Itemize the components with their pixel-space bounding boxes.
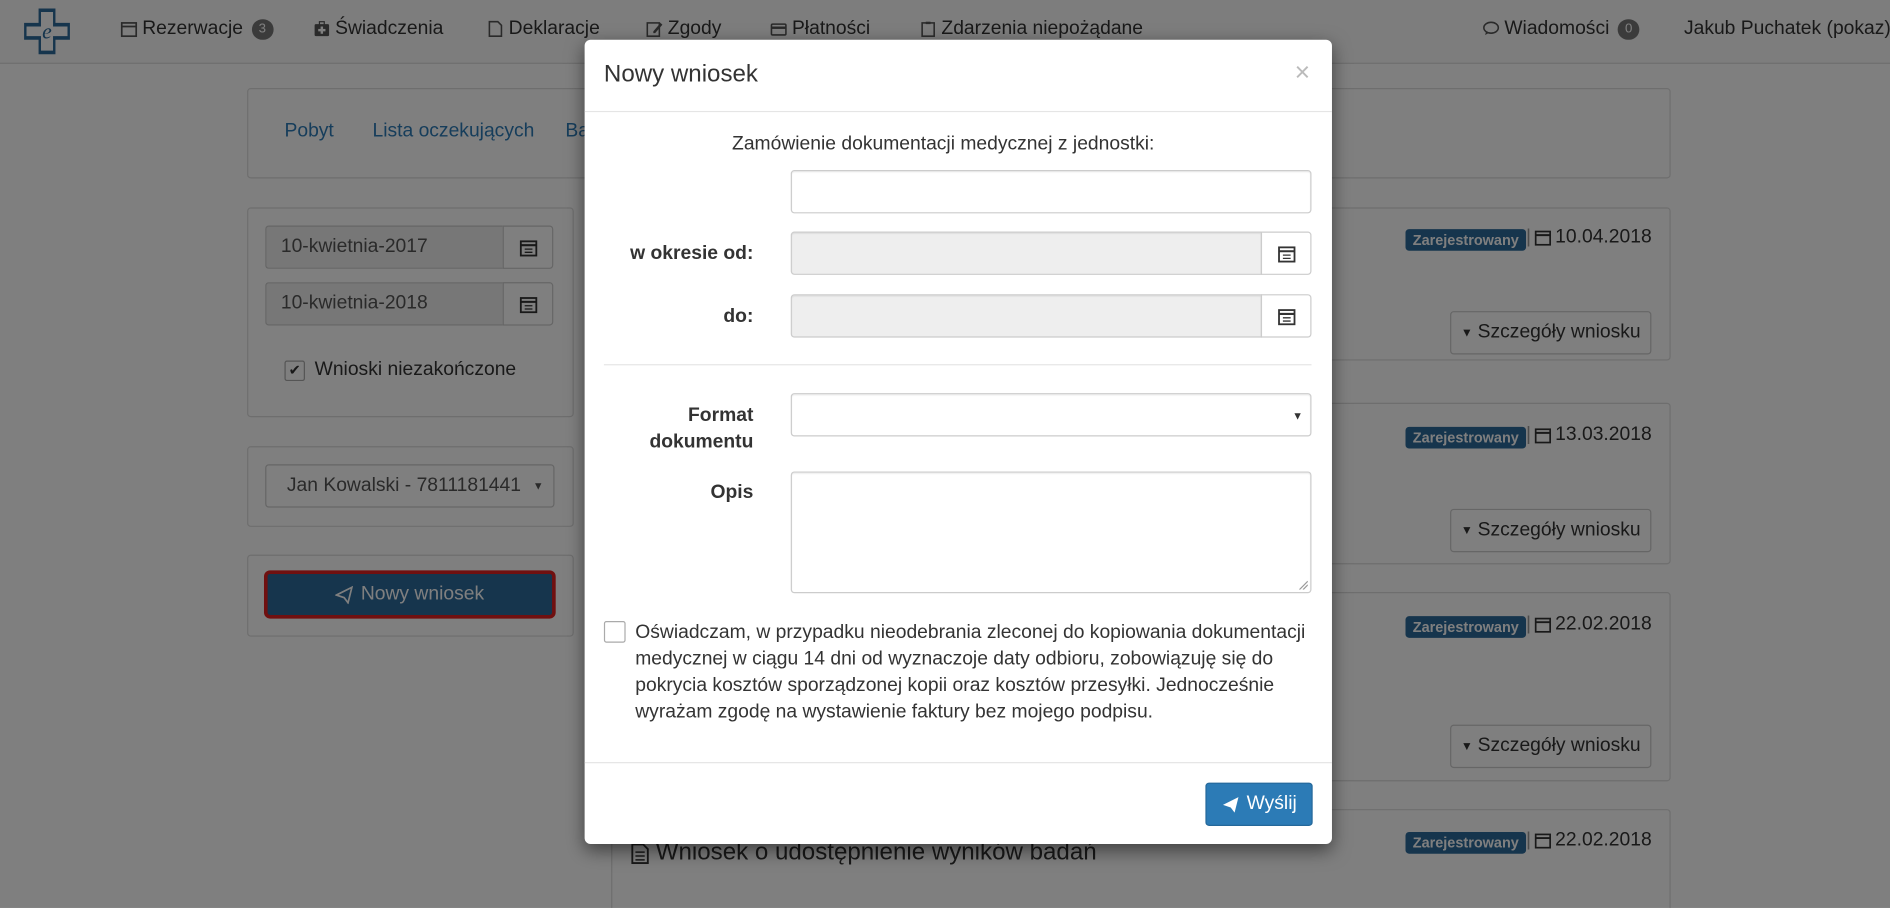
resize-handle-icon[interactable]	[1298, 580, 1308, 590]
format-label: Format dokumentu	[604, 403, 753, 456]
calendar-icon[interactable]	[1260, 294, 1312, 338]
unit-input[interactable]	[790, 170, 1312, 214]
period-to-label: do:	[723, 306, 754, 327]
declaration-text: Oświadczam, w przypadku nieodebrania zle…	[635, 622, 1306, 723]
format-select[interactable]: ▼	[790, 393, 1312, 437]
submit-button[interactable]: Wyślij	[1205, 782, 1313, 826]
format-label-line: dokumentu	[649, 431, 754, 453]
description-textarea[interactable]	[790, 471, 1312, 594]
period-to-input[interactable]	[790, 294, 1263, 338]
calendar-icon[interactable]	[1260, 231, 1312, 275]
modal-title: Nowy wniosek	[603, 60, 758, 88]
new-request-modal: Nowy wniosek × Zamówienie dokumentacji m…	[584, 39, 1332, 845]
format-label-line: Format	[688, 405, 754, 426]
unit-intro-label: Zamówienie dokumentacji medycznej z jedn…	[732, 133, 1155, 155]
description-label: Opis	[710, 482, 754, 503]
period-from-label: w okresie od:	[630, 243, 754, 265]
modal-footer-divider	[584, 762, 1332, 764]
modal-header-divider	[584, 110, 1332, 113]
caret-down-icon: ▼	[1292, 409, 1304, 423]
period-from-input[interactable]	[790, 231, 1263, 275]
paper-plane-icon	[1223, 796, 1239, 813]
submit-label: Wyślij	[1246, 793, 1297, 814]
declaration-checkbox[interactable]	[603, 620, 626, 643]
close-icon[interactable]: ×	[1295, 58, 1311, 86]
form-divider	[603, 364, 1312, 366]
